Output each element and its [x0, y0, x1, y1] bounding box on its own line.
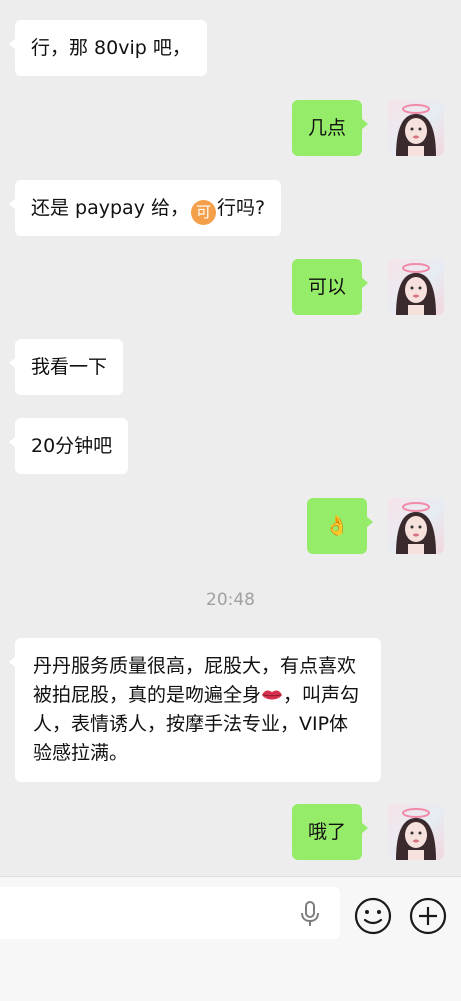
message-bubble[interactable]: 哦了	[292, 804, 369, 860]
message-bubble[interactable]: 行，那 80vip 吧，	[9, 20, 207, 76]
message-text: 我看一下	[31, 356, 108, 378]
avatar-image	[396, 808, 436, 860]
input-bar	[0, 876, 461, 1001]
message-timestamp: 20:48	[206, 590, 255, 610]
message-text: 还是 paypay 给，	[31, 197, 189, 219]
message-bubble[interactable]: 20分钟吧	[8, 418, 129, 474]
message-text: 可以	[308, 276, 347, 298]
microphone-icon[interactable]	[298, 900, 322, 928]
avatar-image	[396, 263, 436, 315]
message-bubble[interactable]: 还是 paypay 给，可行吗?	[8, 180, 282, 236]
message-text: 几点	[308, 117, 347, 139]
ok-badge-icon: 可	[190, 200, 216, 225]
avatar[interactable]	[388, 259, 444, 315]
avatar[interactable]	[388, 498, 444, 554]
message-text: 哦了	[308, 821, 347, 843]
message-text: 20分钟吧	[31, 435, 113, 457]
message-text: 行，那 80vip 吧，	[31, 37, 191, 59]
message-bubble[interactable]: 丹丹服务质量很高，屁股大，有点喜欢被拍屁股，真的是吻遍全身 ，叫声勾人，表情诱人，…	[9, 638, 381, 782]
plus-icon[interactable]	[409, 897, 447, 935]
message-input[interactable]	[0, 887, 340, 939]
message-bubble[interactable]: 👌	[307, 498, 373, 554]
message-text: 行吗?	[216, 197, 266, 219]
avatar-image	[396, 502, 436, 554]
message-bubble[interactable]: 可以	[292, 259, 369, 315]
ok-hand-icon: 👌	[325, 515, 349, 537]
message-bubble[interactable]: 几点	[292, 100, 369, 156]
avatar[interactable]	[388, 100, 444, 156]
message-bubble[interactable]: 我看一下	[8, 339, 124, 395]
chat-area: 行，那 80vip 吧， 几点 还是 paypay 给，可行吗? 可以 我看一下…	[0, 0, 461, 875]
avatar-image	[396, 104, 436, 156]
avatar[interactable]	[388, 804, 444, 860]
kiss-mark-icon	[262, 690, 283, 700]
emoji-icon[interactable]	[354, 897, 392, 935]
